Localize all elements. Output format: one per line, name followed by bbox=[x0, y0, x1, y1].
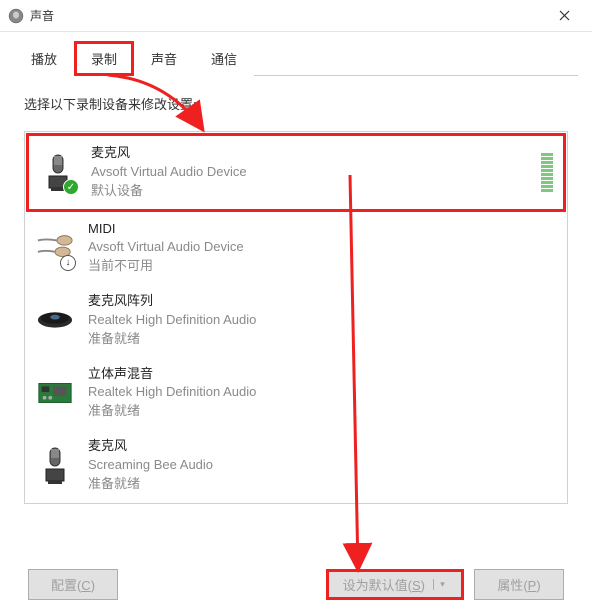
properties-label: 属性(P) bbox=[497, 578, 540, 593]
device-name: MIDI bbox=[88, 220, 556, 239]
device-info: 立体声混音 Realtek High Definition Audio 准备就绪 bbox=[88, 365, 556, 422]
device-item[interactable]: ↓ MIDI Avsoft Virtual Audio Device 当前不可用 bbox=[26, 212, 566, 285]
default-badge: ✓ bbox=[63, 179, 79, 195]
device-item[interactable]: 麦克风 Screaming Bee Audio 准备就绪 bbox=[26, 429, 566, 502]
device-desc: Realtek High Definition Audio bbox=[88, 383, 556, 402]
window-title: 声音 bbox=[30, 7, 544, 24]
mic-icon: ✓ bbox=[39, 151, 77, 193]
device-name: 麦克风阵列 bbox=[88, 292, 556, 311]
down-badge: ↓ bbox=[60, 255, 76, 271]
device-item[interactable]: 立体声混音 Realtek High Definition Audio 准备就绪 bbox=[26, 357, 566, 430]
device-item[interactable]: 麦克风阵列 Realtek High Definition Audio 准备就绪 bbox=[26, 284, 566, 357]
device-list: ✓ 麦克风 Avsoft Virtual Audio Device 默认设备 ↓ bbox=[24, 131, 568, 504]
configure-label: 配置(C) bbox=[51, 578, 95, 593]
tab-recording[interactable]: 录制 bbox=[74, 41, 134, 76]
device-status: 默认设备 bbox=[91, 182, 533, 201]
audio-icon bbox=[8, 8, 24, 24]
set-default-button[interactable]: 设为默认值(S) ▾ bbox=[326, 569, 464, 600]
device-status: 当前不可用 bbox=[88, 257, 556, 276]
device-item[interactable]: ✓ 麦克风 Avsoft Virtual Audio Device 默认设备 bbox=[26, 133, 566, 212]
device-info: MIDI Avsoft Virtual Audio Device 当前不可用 bbox=[88, 220, 556, 277]
mic-icon bbox=[36, 444, 74, 486]
device-info: 麦克风 Screaming Bee Audio 准备就绪 bbox=[88, 437, 556, 494]
device-name: 麦克风 bbox=[91, 144, 533, 163]
window-titlebar: 声音 bbox=[0, 0, 592, 32]
chevron-down-icon[interactable]: ▾ bbox=[433, 579, 447, 590]
close-button[interactable] bbox=[544, 1, 584, 31]
device-info: 麦克风 Avsoft Virtual Audio Device 默认设备 bbox=[91, 144, 533, 201]
configure-button[interactable]: 配置(C) bbox=[28, 569, 118, 600]
device-desc: Avsoft Virtual Audio Device bbox=[88, 238, 556, 257]
device-name: 立体声混音 bbox=[88, 365, 556, 384]
device-desc: Avsoft Virtual Audio Device bbox=[91, 163, 533, 182]
tab-comm[interactable]: 通信 bbox=[194, 41, 254, 76]
level-meter bbox=[541, 153, 553, 192]
cable-icon: ↓ bbox=[36, 227, 74, 269]
device-info: 麦克风阵列 Realtek High Definition Audio 准备就绪 bbox=[88, 292, 556, 349]
device-name: 麦克风 bbox=[88, 437, 556, 456]
array-mic-icon bbox=[36, 299, 74, 341]
tab-bar: 播放 录制 声音 通信 bbox=[14, 40, 578, 76]
device-status: 准备就绪 bbox=[88, 402, 556, 421]
set-default-label: 设为默认值(S) bbox=[343, 575, 425, 594]
button-bar: 配置(C) 设为默认值(S) ▾ 属性(P) bbox=[0, 569, 592, 600]
instruction-text: 选择以下录制设备来修改设置: bbox=[24, 94, 568, 113]
device-desc: Screaming Bee Audio bbox=[88, 456, 556, 475]
tab-playback[interactable]: 播放 bbox=[14, 41, 74, 76]
properties-button[interactable]: 属性(P) bbox=[474, 569, 564, 600]
board-icon bbox=[36, 372, 74, 414]
device-status: 准备就绪 bbox=[88, 475, 556, 494]
device-status: 准备就绪 bbox=[88, 330, 556, 349]
tab-sounds[interactable]: 声音 bbox=[134, 41, 194, 76]
device-desc: Realtek High Definition Audio bbox=[88, 311, 556, 330]
